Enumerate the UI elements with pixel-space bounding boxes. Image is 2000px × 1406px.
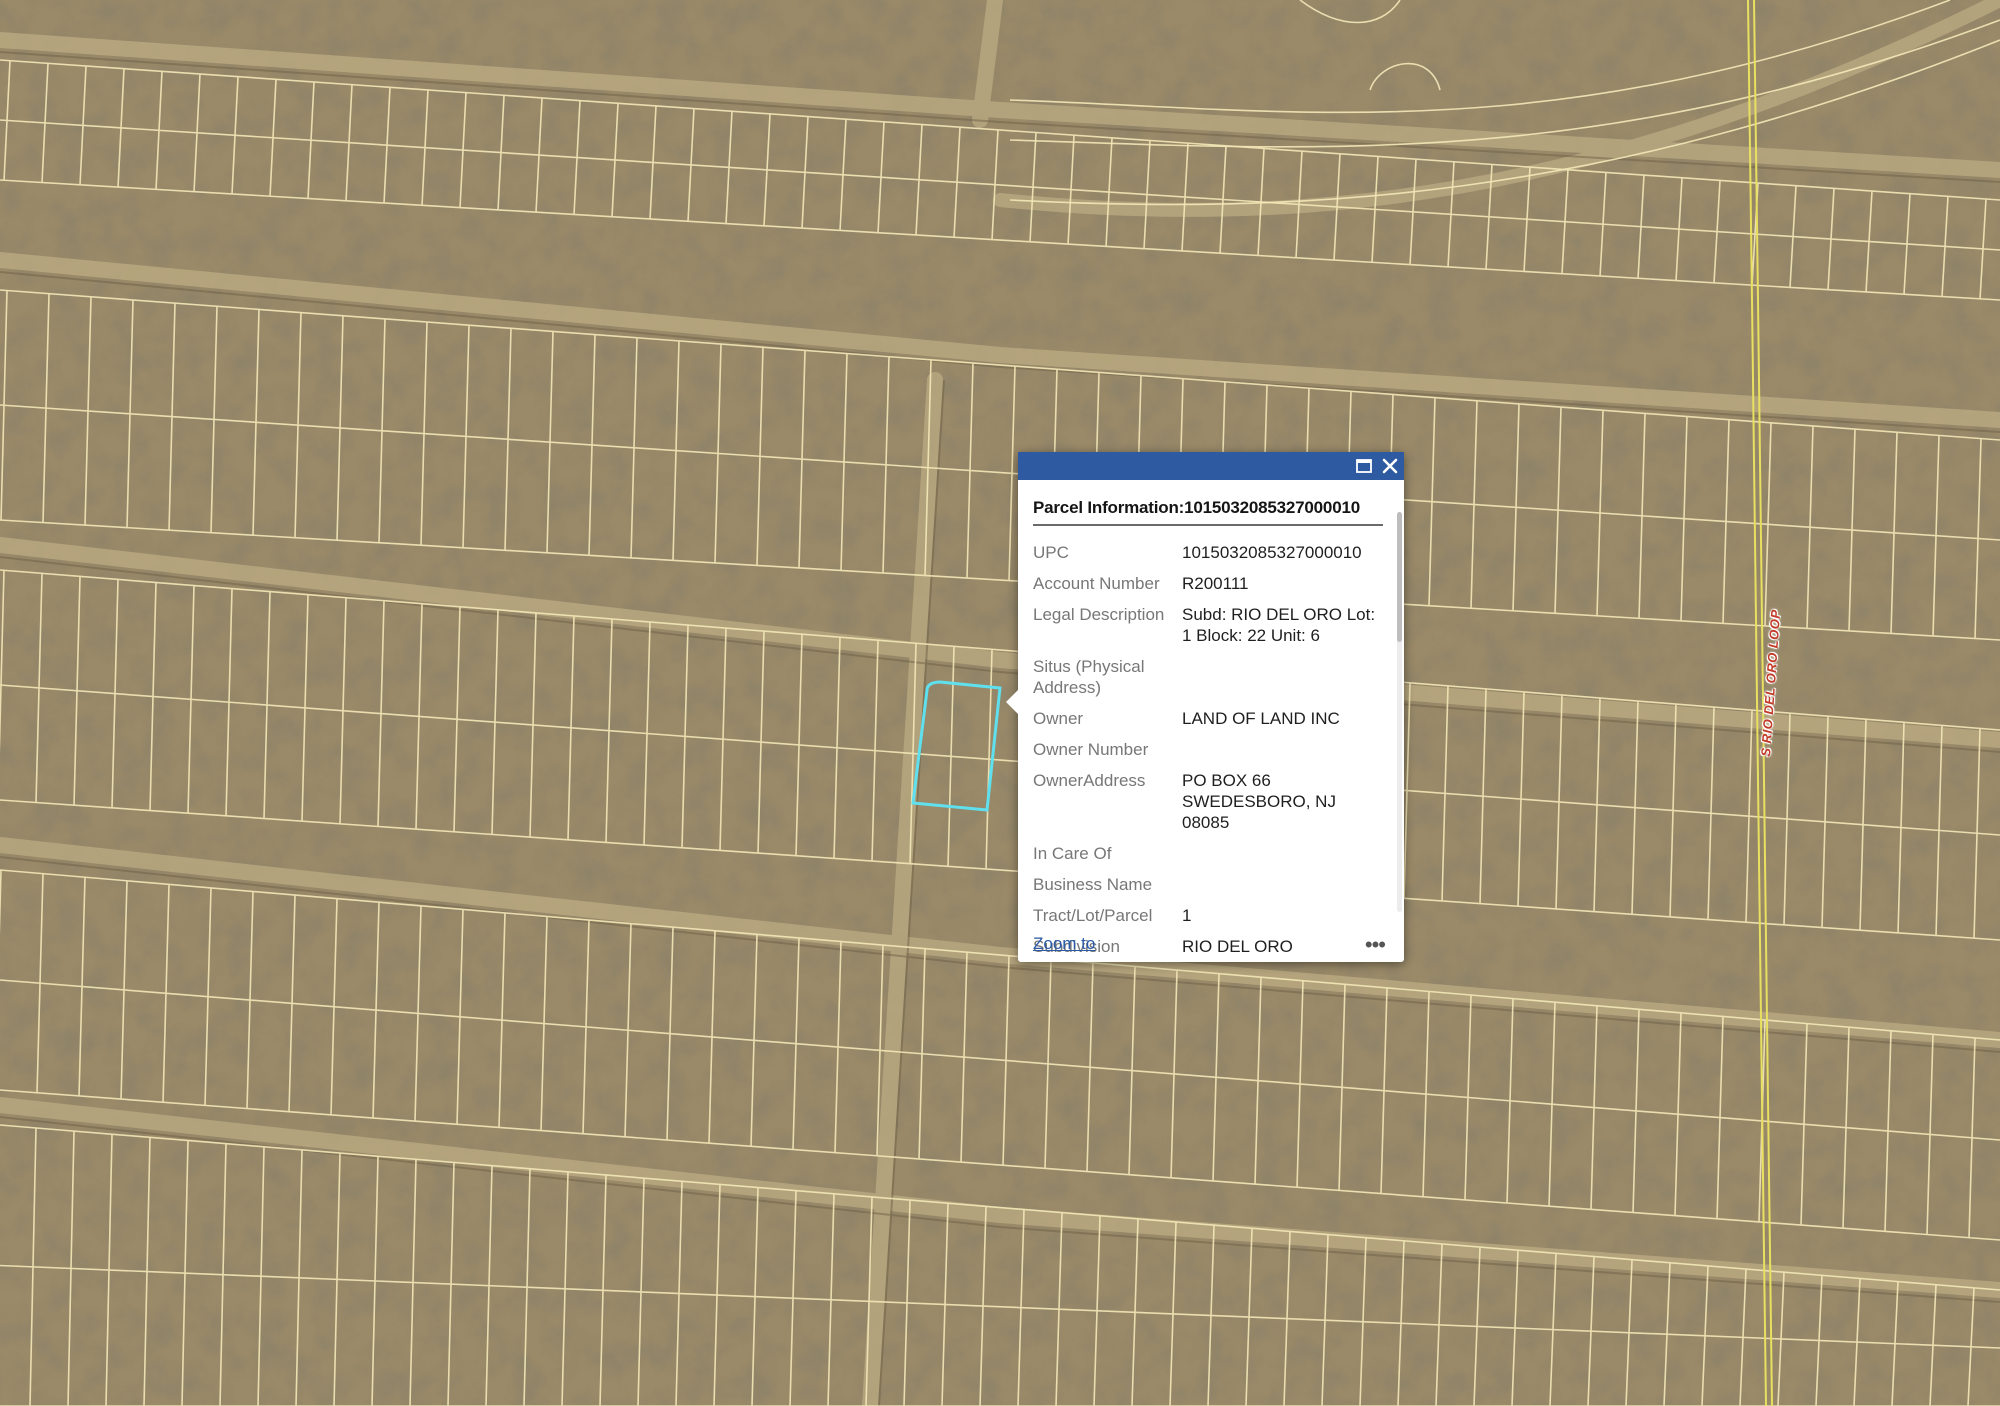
attribute-table: UPC 1015032085327000010 Account Number R200… bbox=[1033, 542, 1383, 962]
scrollbar-thumb[interactable] bbox=[1397, 512, 1402, 642]
popup-scrollbar[interactable] bbox=[1397, 512, 1402, 912]
attribute-value: 1015032085327000010 bbox=[1182, 543, 1362, 562]
popup-header bbox=[1018, 452, 1404, 480]
close-icon[interactable] bbox=[1380, 456, 1400, 476]
attribute-key: Owner bbox=[1033, 709, 1084, 728]
attribute-row: Owner LAND OF LAND INC bbox=[1033, 708, 1383, 739]
attribute-row: Situs (Physical Address) bbox=[1033, 656, 1383, 708]
popup-footer: Zoom to ••• bbox=[1033, 932, 1389, 958]
map-canvas[interactable] bbox=[0, 0, 2000, 1406]
attribute-key: Business Name bbox=[1033, 875, 1153, 894]
attribute-key: Legal Description bbox=[1033, 605, 1165, 624]
parcel-popup: Parcel Information:1015032085327000010 U… bbox=[1006, 452, 1404, 962]
attribute-row: UPC 1015032085327000010 bbox=[1033, 542, 1383, 573]
attribute-value: Subd: RIO DEL ORO Lot: 1 Block: 22 Unit:… bbox=[1182, 605, 1376, 645]
attribute-key: Situs (Physical Address) bbox=[1033, 657, 1145, 697]
attribute-row: Legal Description Subd: RIO DEL ORO Lot: … bbox=[1033, 604, 1383, 656]
attribute-value: R200111 bbox=[1182, 574, 1249, 593]
popup-body: Parcel Information:1015032085327000010 U… bbox=[1018, 480, 1404, 962]
attribute-row: Tract/Lot/Parcel 1 bbox=[1033, 905, 1383, 936]
attribute-row: Business Name bbox=[1033, 874, 1383, 905]
attribute-key: Account Number bbox=[1033, 574, 1160, 593]
attribute-key: OwnerAddress bbox=[1033, 771, 1146, 790]
attribute-value bbox=[1182, 656, 1383, 708]
attribute-row: Owner Number bbox=[1033, 739, 1383, 770]
attribute-value: LAND OF LAND INC bbox=[1182, 709, 1340, 728]
attribute-value bbox=[1182, 739, 1383, 770]
maximize-icon[interactable] bbox=[1354, 456, 1374, 476]
terrain-texture bbox=[0, 0, 2000, 1406]
zoom-to-link[interactable]: Zoom to bbox=[1033, 934, 1095, 954]
popup-pointer bbox=[1006, 690, 1018, 714]
attribute-value: 1 bbox=[1182, 906, 1192, 925]
map-view[interactable]: S RIO DEL ORO LOOP bbox=[0, 0, 2000, 1406]
attribute-row: OwnerAddress PO BOX 66 SWEDESBORO, NJ 080… bbox=[1033, 770, 1383, 843]
attribute-key: Owner Number bbox=[1033, 740, 1149, 759]
attribute-row: In Care Of bbox=[1033, 843, 1383, 874]
attribute-key: In Care Of bbox=[1033, 844, 1112, 863]
attribute-key: UPC bbox=[1033, 543, 1069, 562]
more-options-icon[interactable]: ••• bbox=[1365, 932, 1386, 958]
popup-title: Parcel Information:1015032085327000010 bbox=[1033, 498, 1360, 517]
attribute-value: PO BOX 66 SWEDESBORO, NJ 08085 bbox=[1182, 771, 1336, 832]
title-divider bbox=[1033, 524, 1383, 526]
attribute-row: Account Number R200111 bbox=[1033, 573, 1383, 604]
attribute-value bbox=[1182, 843, 1383, 874]
attribute-value bbox=[1182, 874, 1383, 905]
attribute-key: Tract/Lot/Parcel bbox=[1033, 906, 1153, 925]
